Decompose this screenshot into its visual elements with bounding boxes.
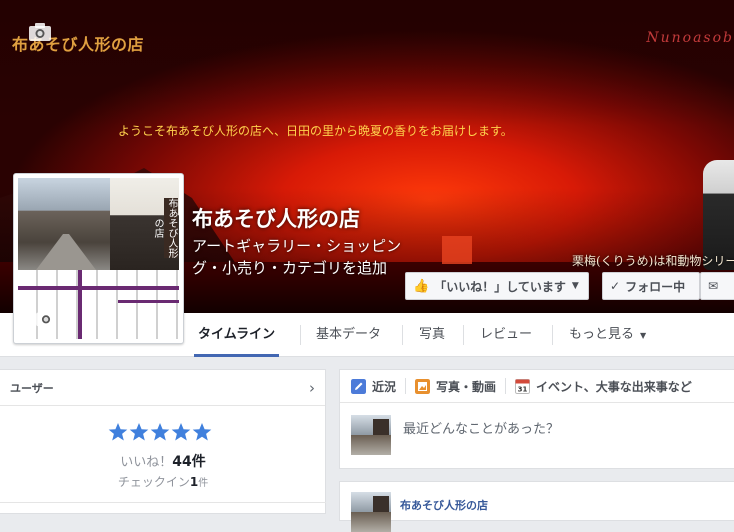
checkin-label: チェックイン — [117, 475, 190, 489]
tab-reviews[interactable]: レビュー — [480, 313, 532, 357]
star-icon — [192, 423, 212, 441]
follow-button[interactable]: ✓ フォロー中 — [602, 272, 700, 300]
avatar[interactable] — [351, 415, 391, 455]
composer-tab-photo-label: 写真・動画 — [436, 379, 497, 394]
post-composer: 近況 写真・動画 31 イベント、大事な出来事など 最近どんなことがあった？ — [339, 369, 734, 469]
page-title[interactable]: 布あそび人形の店 — [192, 203, 360, 233]
likes-label: いいね！ — [120, 455, 173, 470]
calendar-icon-date: 31 — [518, 385, 528, 393]
composer-tab-event[interactable]: 31 イベント、大事な出来事など — [515, 378, 692, 395]
users-card-title: ユーザー — [10, 381, 54, 395]
follow-button-label: フォロー中 — [625, 279, 686, 294]
thumbs-up-icon: 👍 — [413, 278, 430, 294]
composer-tab-event-label: イベント、大事な出来事など — [536, 379, 692, 394]
composer-tab-photo[interactable]: 写真・動画 — [415, 378, 496, 395]
feed-post: 布あそび人形の店 — [339, 481, 734, 532]
star-icon — [108, 423, 128, 441]
likes-count: 44件 — [172, 454, 206, 470]
avatar[interactable] — [351, 492, 391, 532]
profile-picture[interactable]: 布あそび人形の店 — [13, 173, 184, 344]
star-icon — [150, 423, 170, 441]
star-icon — [171, 423, 191, 441]
profile-shop-sign: 布あそび人形の店 — [152, 198, 178, 258]
composer-tab-status[interactable]: 近況 — [351, 378, 396, 395]
composer-input[interactable]: 最近どんなことがあった？ — [403, 418, 559, 437]
cover-caption: 栗梅(くりうめ)は和動物シリー — [572, 254, 734, 268]
caret-down-icon: ▼ — [640, 331, 647, 340]
pencil-icon — [351, 378, 366, 394]
chevron-down-icon: ▼ — [571, 281, 579, 291]
tab-photos[interactable]: 写真 — [419, 313, 445, 357]
tab-more[interactable]: もっと見る ▼ — [569, 313, 646, 357]
cover-red-square — [442, 236, 472, 264]
users-card: ユーザー › いいね！44件 チェックイン1件 — [0, 369, 326, 514]
page-category[interactable]: アートギャラリー・ショッピング・小売り・カテゴリを追加 — [192, 235, 402, 279]
message-button[interactable]: ✉ — [700, 272, 734, 300]
camera-icon[interactable] — [28, 22, 52, 42]
tab-about[interactable]: 基本データ — [316, 313, 381, 357]
message-icon: ✉ — [708, 279, 719, 293]
photo-icon — [415, 378, 431, 394]
cover-tagline: ようこそ布あそび人形の店へ、日田の里から晩夏の香りをお届けします。 — [118, 124, 513, 138]
camera-icon[interactable] — [35, 309, 57, 327]
checkin-count-line[interactable]: チェックイン1件 — [0, 473, 326, 490]
like-button-label: 「いいね！」しています — [434, 279, 566, 294]
rating-stars[interactable] — [108, 422, 212, 442]
star-icon — [129, 423, 149, 441]
profile-map — [18, 270, 179, 339]
checkmark-icon: ✓ — [610, 279, 621, 293]
calendar-icon: 31 — [515, 378, 531, 394]
users-card-header[interactable]: ユーザー › — [0, 370, 325, 406]
like-button[interactable]: 👍 「いいね！」しています ▼ — [405, 272, 589, 300]
likes-count-line[interactable]: いいね！44件 — [0, 451, 326, 471]
cover-script-text: Nunoasob — [646, 30, 734, 46]
composer-tab-status-label: 近況 — [372, 379, 397, 394]
post-author-name[interactable]: 布あそび人形の店 — [400, 497, 488, 513]
composer-tabs: 近況 写真・動画 31 イベント、大事な出来事など — [340, 370, 734, 403]
tab-more-label: もっと見る — [569, 327, 635, 342]
tab-timeline[interactable]: タイムライン — [193, 313, 280, 357]
checkin-unit: 件 — [198, 478, 209, 489]
chevron-right-icon[interactable]: › — [309, 379, 315, 397]
checkin-count: 1 — [189, 475, 199, 489]
